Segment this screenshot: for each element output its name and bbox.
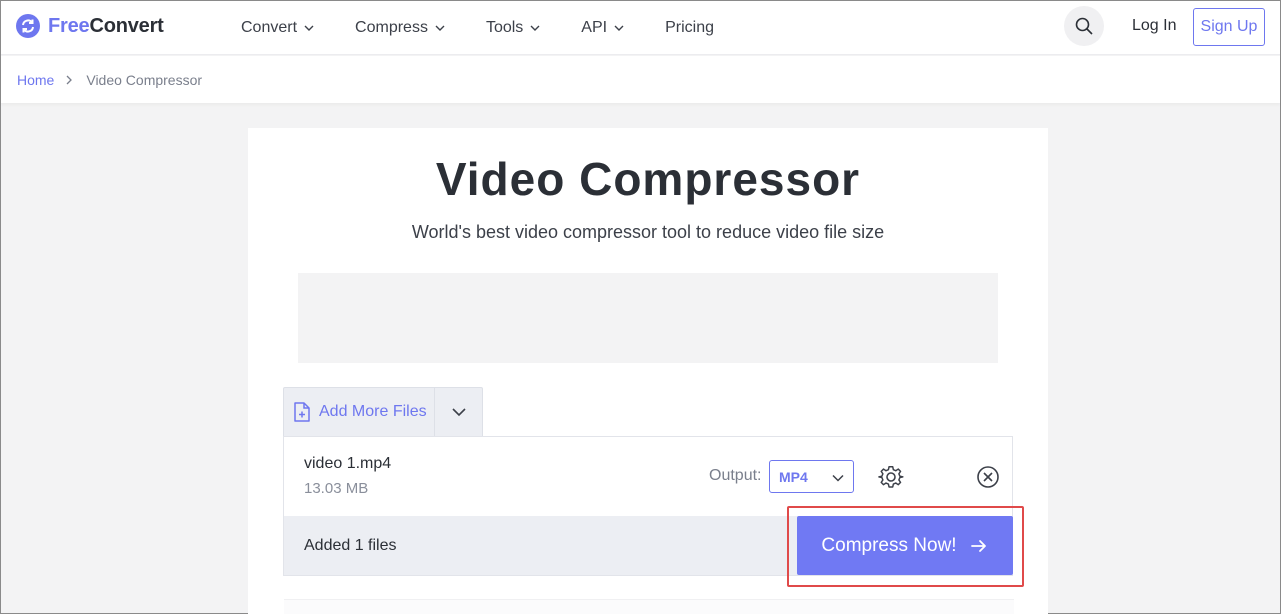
main-nav: Convert Compress Tools API Pricing [241, 1, 754, 55]
file-name: video 1.mp4 [304, 455, 392, 472]
chevron-down-icon [530, 25, 540, 31]
file-row: video 1.mp4 13.03 MB Output: MP4 [284, 437, 1012, 516]
chevron-down-icon [452, 408, 466, 417]
nav-convert[interactable]: Convert [241, 19, 315, 37]
top-header: FreeConvert Convert Compress Tools API P… [1, 1, 1280, 55]
close-circle-icon[interactable] [976, 465, 1000, 489]
compress-now-button[interactable]: Compress Now! [797, 516, 1013, 575]
breadcrumb-bar: Home Video Compressor [1, 56, 1280, 103]
file-panel: video 1.mp4 13.03 MB Output: MP4 Added 1… [283, 436, 1013, 576]
chevron-down-icon [614, 25, 624, 31]
search-icon [1075, 17, 1093, 35]
login-link[interactable]: Log In [1132, 17, 1176, 35]
nav-pricing[interactable]: Pricing [665, 19, 714, 37]
breadcrumb-current: Video Compressor [86, 72, 203, 88]
signup-button[interactable]: Sign Up [1193, 8, 1265, 46]
chevron-down-icon [832, 474, 844, 482]
page-title: Video Compressor [435, 153, 861, 205]
main-card: Video Compressor World's best video comp… [248, 128, 1048, 614]
arrow-right-icon [970, 539, 986, 552]
output-label: Output: [709, 467, 762, 484]
nav-tools[interactable]: Tools [486, 19, 541, 37]
next-section-card [284, 599, 1014, 614]
chevron-down-icon [304, 25, 314, 31]
file-panel-footer: Added 1 files Compress Now! [284, 516, 1013, 575]
breadcrumb: Home Video Compressor [17, 72, 202, 88]
added-files-count: Added 1 files [304, 537, 397, 554]
add-more-files-button[interactable]: Add More Files [284, 388, 436, 436]
nav-compress[interactable]: Compress [355, 19, 446, 37]
file-plus-icon [294, 402, 310, 422]
breadcrumb-home[interactable]: Home [17, 72, 54, 88]
nav-api[interactable]: API [581, 19, 625, 37]
output-format-select[interactable]: MP4 [769, 460, 854, 493]
add-files-tab: Add More Files [283, 387, 483, 436]
page-subtitle: World's best video compressor tool to re… [411, 222, 885, 242]
gear-icon[interactable] [878, 464, 904, 490]
add-files-dropdown[interactable] [435, 388, 482, 436]
chevron-right-icon [66, 75, 73, 85]
chevron-down-icon [435, 25, 445, 31]
ad-placeholder [298, 273, 998, 363]
search-button[interactable] [1064, 6, 1104, 46]
logo-text: FreeConvert [48, 14, 164, 37]
freeconvert-logo[interactable]: FreeConvert [16, 14, 164, 38]
logo-icon [16, 14, 40, 38]
file-size: 13.03 MB [304, 480, 369, 497]
